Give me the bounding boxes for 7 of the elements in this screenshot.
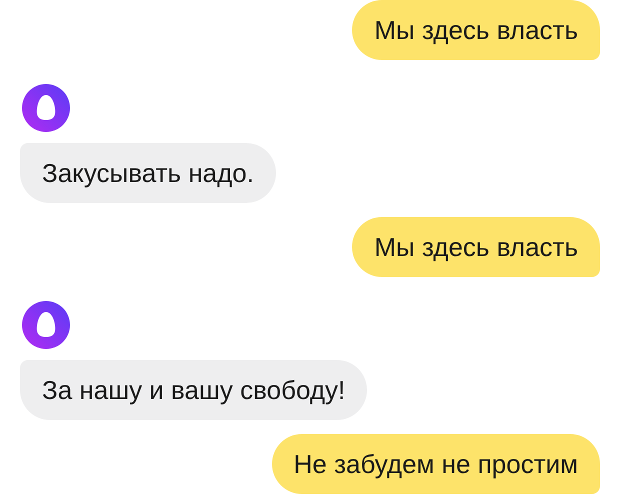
assistant-avatar-icon — [22, 301, 70, 349]
received-message-bubble: За нашу и вашу свободу! — [20, 360, 368, 420]
sent-message-bubble: Мы здесь власть — [352, 217, 600, 277]
assistant-avatar-icon — [22, 84, 70, 132]
received-message-bubble: Закусывать надо. — [20, 143, 276, 203]
sent-message-bubble: Мы здесь власть — [352, 0, 600, 60]
sent-message-bubble: Не забудем не простим — [272, 434, 600, 494]
